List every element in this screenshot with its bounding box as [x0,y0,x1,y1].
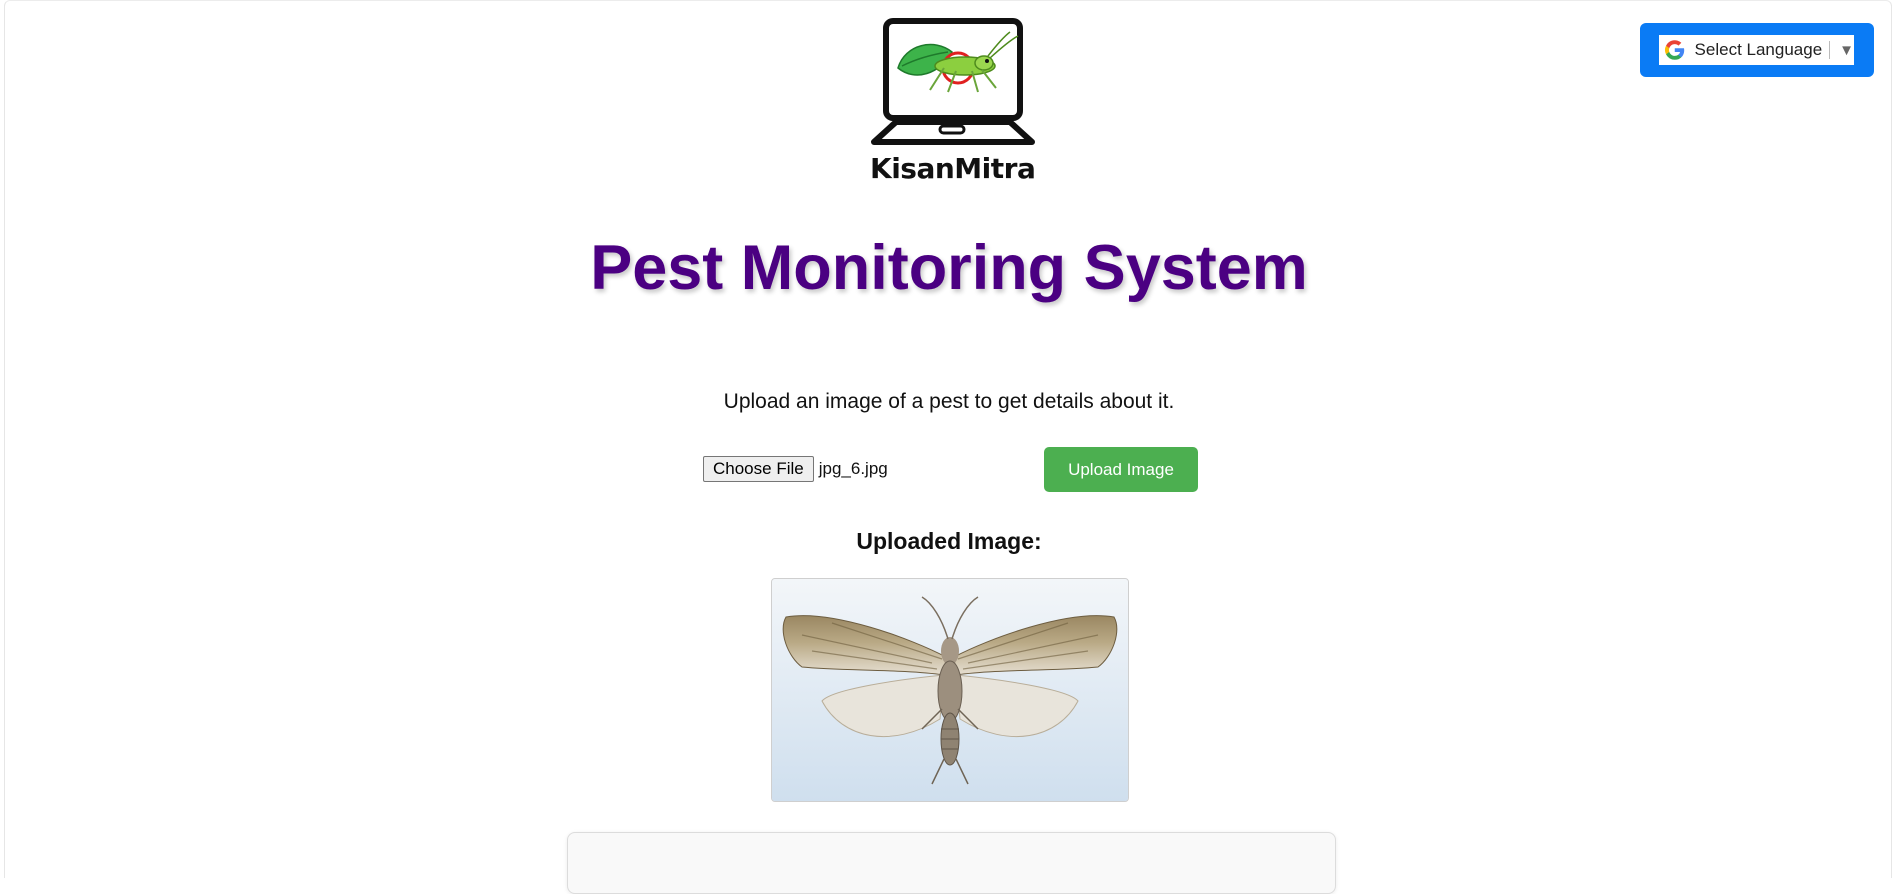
language-selector-container: Select Language ▼ [1640,23,1874,77]
file-input[interactable]: Choose File jpg_6.jpg [703,456,888,482]
chevron-down-icon: ▼ [1839,41,1854,59]
upload-image-button[interactable]: Upload Image [1044,447,1198,492]
language-selector-divider [1829,41,1831,59]
choose-file-button[interactable]: Choose File [703,456,814,482]
moth-image [772,579,1128,801]
upload-instruction: Upload an image of a pest to get details… [723,390,1175,413]
language-selector-label: Select Language [1694,40,1823,59]
selected-file-name: jpg_6.jpg [818,459,888,478]
pest-details-card [567,832,1336,894]
language-selector[interactable]: Select Language ▼ [1659,35,1854,65]
google-g-icon [1664,40,1685,60]
uploaded-image [771,578,1129,802]
brand-name: KisanMitra [870,152,1036,185]
uploaded-image-heading: Uploaded Image: [856,528,1042,554]
page-title: Pest Monitoring System [590,233,1308,303]
